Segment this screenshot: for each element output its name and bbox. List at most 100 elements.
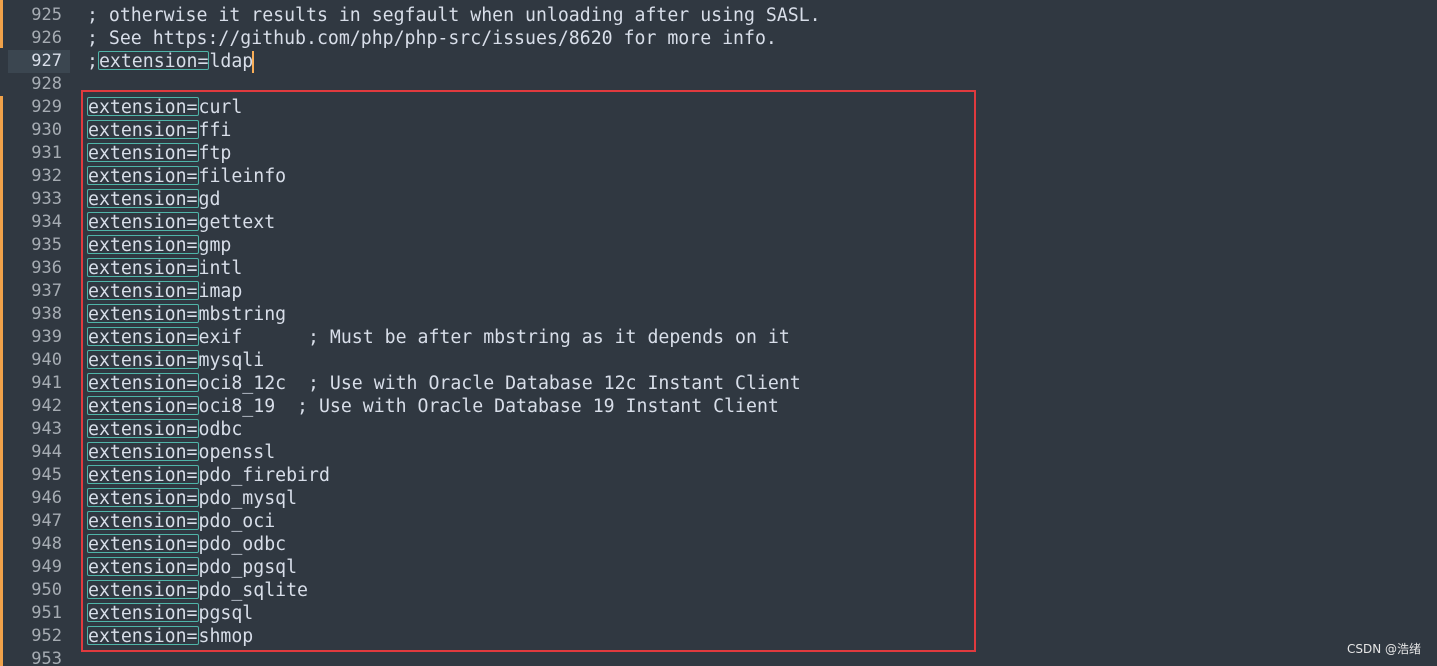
line-number: 953 — [31, 649, 62, 666]
code-line[interactable]: 942 extension=oci8_19 ; Use with Oracle D… — [0, 395, 1437, 418]
code-line[interactable]: 950 extension=pdo_sqlite — [0, 579, 1437, 602]
code-line[interactable]: 941 extension=oci8_12c ; Use with Oracle … — [0, 372, 1437, 395]
line-text: extension=pdo_odbc — [87, 533, 286, 556]
line-number: 941 — [31, 373, 62, 393]
highlighted-match: extension= — [87, 373, 199, 394]
highlighted-match: extension= — [87, 557, 199, 578]
code-line[interactable]: 952 extension=shmop — [0, 625, 1437, 648]
highlighted-match: extension= — [87, 396, 199, 417]
highlighted-match: extension= — [87, 442, 199, 463]
extension-value: pdo_sqlite — [198, 580, 309, 601]
line-number: 933 — [31, 189, 62, 209]
extension-value: pdo_pgsql — [198, 557, 298, 578]
line-text: extension=pdo_oci — [87, 510, 275, 533]
highlighted-match: extension= — [87, 350, 199, 371]
extension-value: pdo_mysql — [198, 488, 298, 509]
highlighted-match: extension= — [87, 534, 199, 555]
code-line[interactable]: 927 ;extension=ldap — [0, 50, 1437, 73]
line-number: 937 — [31, 281, 62, 301]
code-line[interactable]: 946 extension=pdo_mysql — [0, 487, 1437, 510]
line-number: 949 — [31, 557, 62, 577]
code-line[interactable]: 949 extension=pdo_pgsql — [0, 556, 1437, 579]
code-line[interactable]: 932 extension=fileinfo — [0, 165, 1437, 188]
highlighted-match: extension= — [87, 626, 199, 647]
extension-value: pgsql — [198, 603, 254, 624]
highlighted-match: extension= — [87, 488, 199, 509]
code-line[interactable]: 926 ; See https://github.com/php/php-src/… — [0, 27, 1437, 50]
line-text: ;extension=ldap — [87, 50, 253, 73]
line-text: ; otherwise it results in segfault when … — [87, 4, 821, 27]
line-text: extension=oci8_12c ; Use with Oracle Dat… — [87, 372, 801, 395]
code-line[interactable]: 935 extension=gmp — [0, 234, 1437, 257]
line-text: extension=gmp — [87, 234, 231, 257]
line-text: extension=mysqli — [87, 349, 264, 372]
line-number: 950 — [31, 580, 62, 600]
highlighted-match: extension= — [87, 212, 199, 233]
extension-value: ldap — [209, 51, 254, 72]
code-line[interactable]: 928 — [0, 73, 1437, 96]
line-text: extension=pdo_pgsql — [87, 556, 297, 579]
line-number: 926 — [31, 28, 62, 48]
extension-value: intl — [198, 258, 243, 279]
line-number: 948 — [31, 534, 62, 554]
highlighted-match: extension= — [87, 580, 199, 601]
line-text: extension=curl — [87, 96, 242, 119]
extension-value: pdo_oci — [198, 511, 276, 532]
code-line[interactable]: 925 ; otherwise it results in segfault wh… — [0, 4, 1437, 27]
line-text: extension=gettext — [87, 211, 275, 234]
line-text: extension=pdo_mysql — [87, 487, 297, 510]
code-line[interactable]: 945 extension=pdo_firebird — [0, 464, 1437, 487]
line-text: extension=ftp — [87, 142, 231, 165]
line-text: extension=exif ; Must be after mbstring … — [87, 326, 790, 349]
code-line[interactable]: 940 extension=mysqli — [0, 349, 1437, 372]
code-line[interactable]: 947 extension=pdo_oci — [0, 510, 1437, 533]
highlighted-match: extension= — [87, 143, 199, 164]
code-line[interactable]: 931 extension=ftp — [0, 142, 1437, 165]
extension-value: curl — [198, 97, 243, 118]
extension-value: odbc — [198, 419, 243, 440]
code-line[interactable]: 938 extension=mbstring — [0, 303, 1437, 326]
code-line[interactable]: 933 extension=gd — [0, 188, 1437, 211]
highlighted-match: extension= — [87, 235, 199, 256]
line-text: ; See https://github.com/php/php-src/iss… — [87, 27, 777, 50]
code-line[interactable]: 939 extension=exif ; Must be after mbstri… — [0, 326, 1437, 349]
extension-value: oci8_12c ; Use with Oracle Database 12c … — [198, 373, 801, 394]
line-text: extension=pgsql — [87, 602, 253, 625]
code-line[interactable]: 929 extension=curl — [0, 96, 1437, 119]
highlighted-match: extension= — [87, 166, 199, 187]
line-number: 938 — [31, 304, 62, 324]
text-caret — [252, 51, 254, 73]
comment-prefix: ; — [87, 51, 98, 72]
line-number: 925 — [31, 5, 62, 25]
highlighted-match: extension= — [87, 258, 199, 279]
code-line[interactable]: 953 — [0, 648, 1437, 666]
code-line[interactable]: 934 extension=gettext — [0, 211, 1437, 234]
line-text: extension=shmop — [87, 625, 253, 648]
code-line[interactable]: 944 extension=openssl — [0, 441, 1437, 464]
code-line[interactable]: 951 extension=pgsql — [0, 602, 1437, 625]
extension-value: mbstring — [198, 304, 287, 325]
line-number: 943 — [31, 419, 62, 439]
code-line[interactable]: 943 extension=odbc — [0, 418, 1437, 441]
line-number: 930 — [31, 120, 62, 140]
code-editor[interactable]: 925 ; otherwise it results in segfault wh… — [0, 0, 1437, 666]
extension-value: gmp — [198, 235, 232, 256]
code-line[interactable]: 936 extension=intl — [0, 257, 1437, 280]
line-number: 939 — [31, 327, 62, 347]
highlighted-match: extension= — [87, 327, 199, 348]
line-number: 934 — [31, 212, 62, 232]
highlighted-match: extension= — [87, 419, 199, 440]
line-text: extension=openssl — [87, 441, 275, 464]
line-number: 932 — [31, 166, 62, 186]
line-text: extension=pdo_firebird — [87, 464, 330, 487]
line-text: extension=gd — [87, 188, 220, 211]
extension-value: gd — [198, 189, 221, 210]
line-number: 927 — [8, 50, 70, 73]
code-line[interactable]: 948 extension=pdo_odbc — [0, 533, 1437, 556]
highlighted-match: extension= — [87, 603, 199, 624]
code-line[interactable]: 937 extension=imap — [0, 280, 1437, 303]
extension-value: pdo_firebird — [198, 465, 330, 486]
line-text: extension=fileinfo — [87, 165, 286, 188]
code-line[interactable]: 930 extension=ffi — [0, 119, 1437, 142]
highlighted-match: extension= — [87, 511, 199, 532]
